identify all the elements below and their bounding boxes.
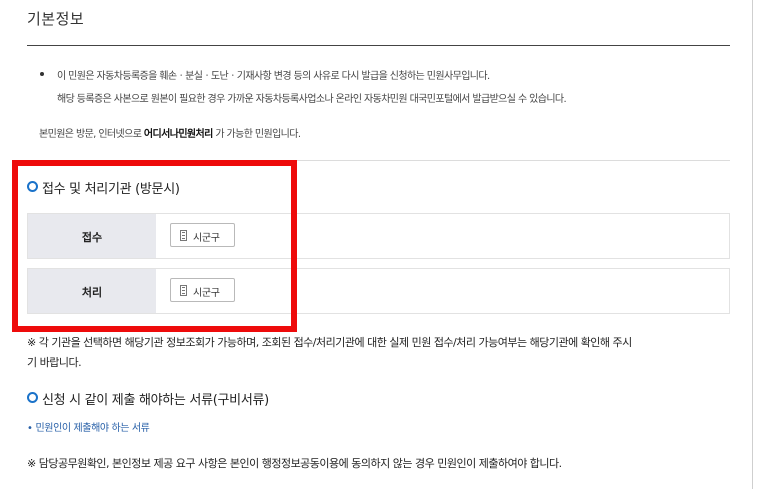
agency-notice-line-2: 기 바랍니다. <box>27 356 82 369</box>
verification-notice: ※ 담당공무원확인, 본인정보 제공 요구 사항은 본인이 행정정보공동이용에 … <box>27 457 562 470</box>
link-bullet-icon: • <box>27 423 33 434</box>
description-line-3-bold: 어디서나민원처리 <box>143 129 213 140</box>
circle-bullet-icon <box>27 392 38 403</box>
agency-notice-line-1: ※ 각 기관을 선택하면 해당기관 정보조회가 가능하며, 조회된 접수/처리기… <box>27 336 632 349</box>
description-line-3-suffix: 가 가능한 민원입니다. <box>212 129 301 140</box>
description-line-2: 해당 등록증은 사본으로 원본이 필요한 경우 가까운 자동차등록사업소나 온라… <box>57 94 567 105</box>
title-divider <box>27 45 730 46</box>
page: 기본정보 이 민원은 자동차등록증을 훼손ㆍ분실ㆍ도난ㆍ기재사항 변경 등의 사… <box>0 0 758 489</box>
description-line-3: 본민원은 방문, 인터넷으로 어디서나민원처리 가 가능한 민원입니다. <box>39 125 301 140</box>
required-documents-link-label: 민원인이 제출해야 하는 서류 <box>35 423 150 434</box>
bullet-icon <box>40 72 44 76</box>
description-line-3-prefix: 본민원은 방문, 인터넷으로 <box>39 129 144 140</box>
page-title: 기본정보 <box>27 10 85 28</box>
right-border <box>752 0 753 489</box>
required-documents-link[interactable]: • 민원인이 제출해야 하는 서류 <box>27 419 150 434</box>
red-highlight-box <box>12 160 297 332</box>
documents-section-heading: 신청 시 같이 제출 해야하는 서류(구비서류) <box>42 393 269 408</box>
description-line-1: 이 민원은 자동차등록증을 훼손ㆍ분실ㆍ도난ㆍ기재사항 변경 등의 사유로 다시… <box>57 71 490 82</box>
